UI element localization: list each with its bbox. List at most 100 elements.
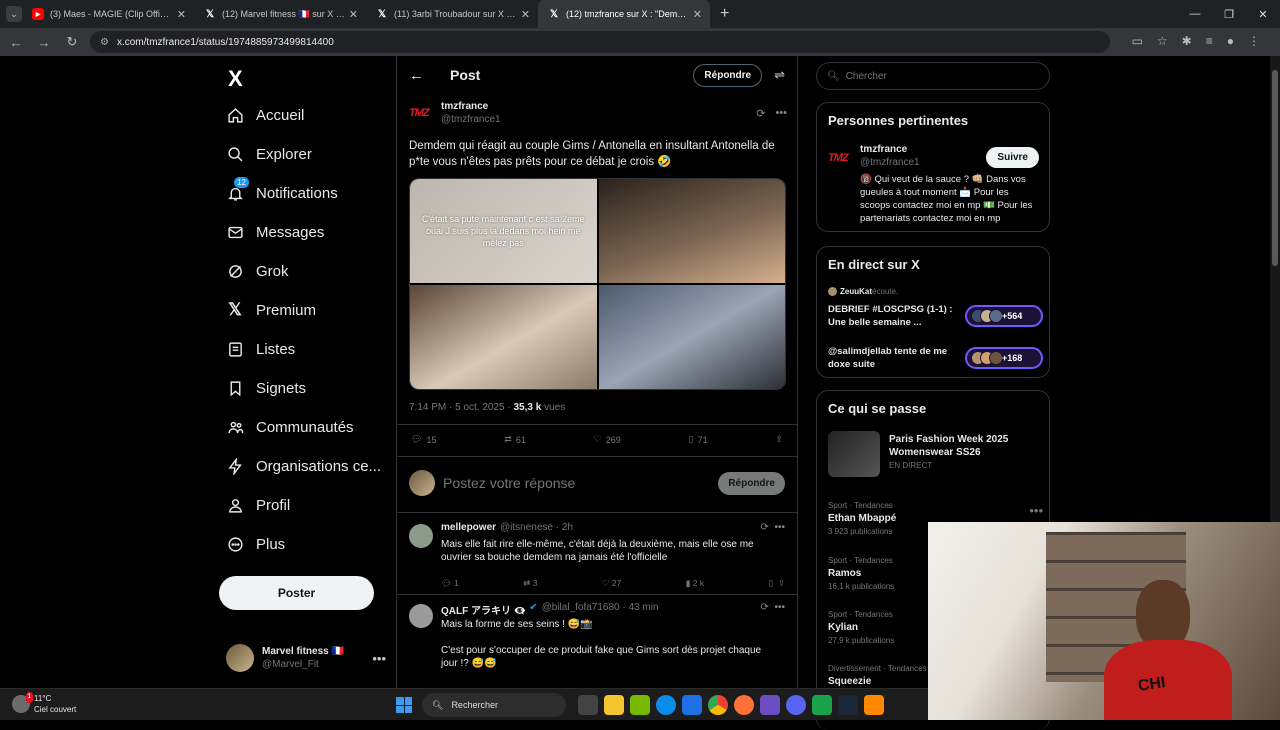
reply-input[interactable]: Postez votre réponse: [443, 475, 575, 491]
chrome-icon[interactable]: [708, 695, 728, 715]
back-arrow-icon[interactable]: ←: [409, 67, 424, 84]
media-image[interactable]: [598, 179, 785, 283]
vlc-icon[interactable]: [864, 695, 884, 715]
site-info-icon[interactable]: ⚙: [100, 37, 109, 48]
address-bar[interactable]: ⚙ x.com/tmzfrance1/status/19748859734998…: [90, 31, 1110, 53]
app-icon[interactable]: [812, 695, 832, 715]
space-item[interactable]: @salimdjellab tente de me doxe suite +16…: [828, 345, 1043, 371]
nav-item-profil[interactable]: Profil: [226, 486, 290, 524]
nvidia-icon[interactable]: [630, 695, 650, 715]
extensions-icon[interactable]: ✱: [1182, 34, 1192, 48]
x-logo-icon[interactable]: X: [228, 66, 243, 92]
search-input[interactable]: 🔍︎ Chercher: [816, 62, 1050, 90]
edge-icon[interactable]: [656, 695, 676, 715]
scrollbar-thumb[interactable]: [1272, 70, 1278, 266]
close-icon[interactable]: ✕: [521, 8, 530, 21]
steam-icon[interactable]: [838, 695, 858, 715]
task-view-icon[interactable]: [578, 695, 598, 715]
nav-item-messages[interactable]: Messages: [226, 213, 324, 251]
more-icon[interactable]: •••: [775, 107, 787, 119]
close-icon[interactable]: ✕: [693, 8, 702, 21]
close-window-icon[interactable]: ✕: [1246, 0, 1280, 28]
nav-item-communautes[interactable]: Communautés: [226, 408, 354, 446]
nav-item-accueil[interactable]: Accueil: [226, 96, 304, 134]
nav-item-plus[interactable]: Plus: [226, 525, 285, 563]
file-explorer-icon[interactable]: [604, 695, 624, 715]
grok-icon[interactable]: ⟳ •••: [761, 602, 785, 617]
nav-item-grok[interactable]: Grok: [226, 252, 289, 290]
tweet-media-grid[interactable]: C'était sa pute maintenant c est sa 2eme…: [409, 178, 786, 390]
event-thumbnail[interactable]: [828, 431, 880, 477]
avatar[interactable]: [409, 524, 433, 548]
views-action[interactable]: ▮ 2 k: [686, 578, 704, 589]
repost-action[interactable]: ⇄ 61: [504, 434, 526, 445]
repost-action[interactable]: ⇄ 3: [523, 578, 537, 589]
grok-icon[interactable]: ⟳: [756, 107, 765, 120]
close-icon[interactable]: ✕: [177, 8, 186, 21]
space-listeners-pill[interactable]: +564: [965, 305, 1043, 327]
reply-item[interactable]: mellepower @itsnenese · 2h ⟳ ••• Mais el…: [409, 522, 785, 596]
tweet-time[interactable]: 7:14 PM · 5 oct. 2025 ·: [409, 402, 514, 413]
windows-start-icon[interactable]: [396, 697, 412, 713]
close-icon[interactable]: ✕: [349, 8, 358, 21]
person-name[interactable]: tmzfrance: [860, 143, 920, 156]
like-action[interactable]: ♡ 269: [594, 434, 621, 445]
post-button[interactable]: Poster: [219, 576, 374, 610]
firefox-icon[interactable]: [734, 695, 754, 715]
browser-tab-active[interactable]: 𝕏 (12) tmzfrance sur X : "Demdem ✕: [538, 0, 710, 28]
grok-icon[interactable]: ⟳ •••: [761, 522, 785, 533]
reply-submit-button[interactable]: Répondre: [718, 471, 785, 495]
back-icon[interactable]: ←: [4, 35, 28, 50]
account-switcher[interactable]: Marvel fitness 🇫🇷 @Marvel_Fit •••: [226, 642, 386, 674]
author-name[interactable]: tmzfrance: [441, 100, 501, 113]
more-icon[interactable]: •••: [1029, 503, 1043, 518]
forward-icon[interactable]: →: [32, 35, 56, 50]
taskbar-search[interactable]: 🔍︎ Rechercher: [422, 693, 566, 717]
cast-icon[interactable]: ▭: [1132, 34, 1143, 48]
store-icon[interactable]: [682, 695, 702, 715]
new-tab-button[interactable]: +: [720, 5, 729, 23]
nav-item-premium[interactable]: 𝕏 Premium: [226, 291, 316, 329]
nav-item-signets[interactable]: Signets: [226, 369, 306, 407]
browser-tab[interactable]: 𝕏 (11) 3arbi Troubadour sur X : "L ✕: [366, 0, 538, 28]
star-icon[interactable]: ☆: [1157, 34, 1168, 48]
space-listeners-pill[interactable]: +168: [965, 347, 1043, 369]
post-header: ← Post Répondre ⇌: [397, 56, 797, 94]
reply-author-name[interactable]: QALF アラキリ 👁‍🗨: [441, 602, 526, 617]
share-icon[interactable]: ⇪: [775, 434, 783, 445]
nav-item-listes[interactable]: Listes: [226, 330, 295, 368]
reply-author-name[interactable]: mellepower: [441, 522, 496, 533]
minimize-icon[interactable]: —: [1178, 0, 1212, 28]
more-icon[interactable]: •••: [372, 651, 386, 666]
nav-item-notifications[interactable]: 12 Notifications: [226, 174, 338, 212]
nav-item-organisations[interactable]: Organisations ce...: [226, 447, 381, 485]
reload-icon[interactable]: ↻: [60, 34, 84, 50]
reply-action[interactable]: 💬︎ 15: [411, 434, 436, 445]
tmz-logo[interactable]: TMZ: [828, 149, 852, 167]
media-image-caption[interactable]: C'était sa pute maintenant c est sa 2eme…: [410, 179, 597, 283]
event-title[interactable]: Paris Fashion Week 2025 Womenswear SS26: [889, 433, 1039, 459]
weather-widget[interactable]: 1 11°C Ciel couvert: [12, 692, 76, 715]
bookmark-icon[interactable]: ▯ ⇪: [768, 578, 785, 589]
tab-search-button[interactable]: ⌄: [6, 6, 22, 22]
menu-icon[interactable]: ⋮: [1248, 34, 1260, 48]
nav-item-explorer[interactable]: Explorer: [226, 135, 312, 173]
browser-tab[interactable]: ▶ (3) Maes - MAGIE (Clip Officiel) ✕: [22, 0, 194, 28]
like-action[interactable]: ♡ 27: [602, 578, 621, 589]
browser-tab[interactable]: 𝕏 (12) Marvel fitness 🇫🇷 sur X : "N ✕: [194, 0, 366, 28]
follow-button[interactable]: Suivre: [986, 147, 1039, 168]
reply-header-button[interactable]: Répondre: [693, 63, 763, 87]
profile-icon[interactable]: ●: [1227, 34, 1234, 48]
tmz-logo[interactable]: TMZ: [409, 104, 433, 122]
avatar[interactable]: [409, 604, 433, 628]
space-item[interactable]: DEBRIEF #LOSCPSG (1-1) : Une belle semai…: [828, 303, 1043, 329]
app-icon[interactable]: [760, 695, 780, 715]
reply-action[interactable]: 💬︎ 1: [441, 578, 459, 589]
reading-list-icon[interactable]: ≡: [1206, 34, 1213, 48]
filter-icon[interactable]: ⇌: [774, 67, 785, 83]
maximize-icon[interactable]: ❐: [1212, 0, 1246, 28]
media-image[interactable]: [598, 285, 785, 389]
discord-icon[interactable]: [786, 695, 806, 715]
media-image[interactable]: [410, 285, 597, 389]
bookmark-action[interactable]: ▯ 71: [689, 434, 708, 445]
